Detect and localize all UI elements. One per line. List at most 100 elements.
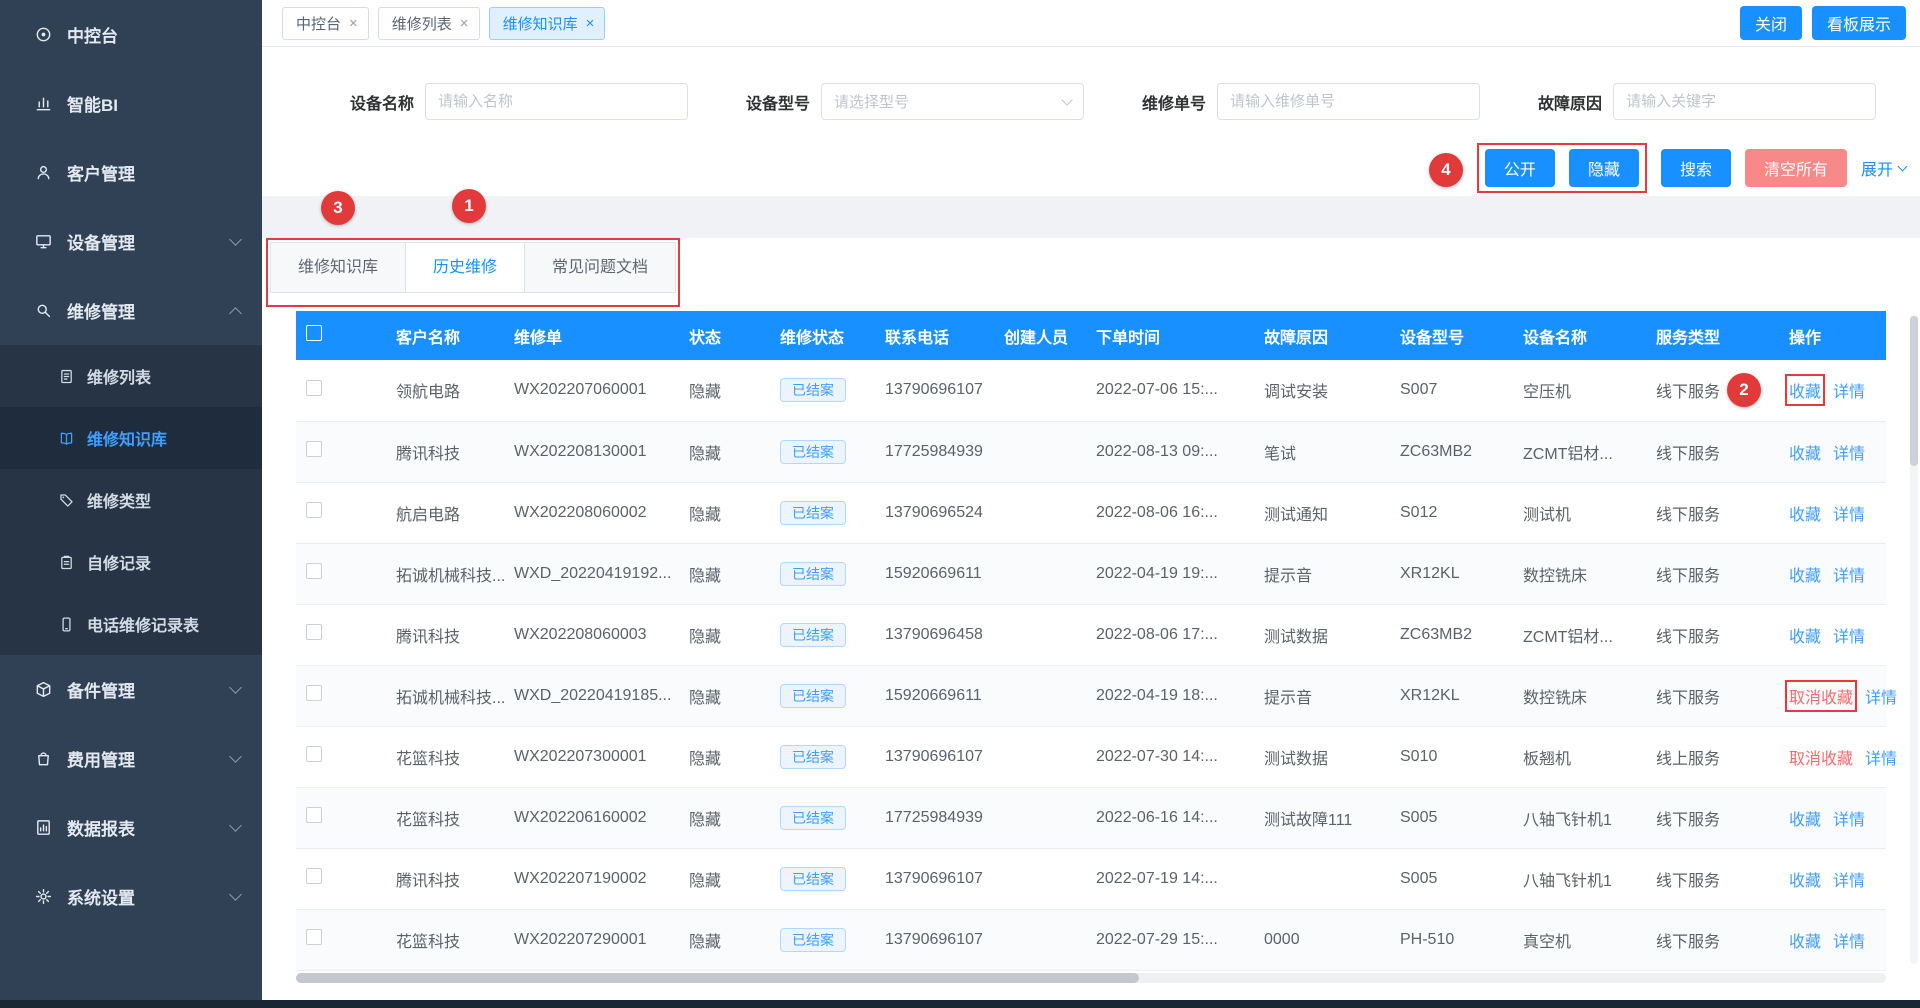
close-button[interactable]: 关闭 [1740,6,1802,40]
sidebar-subitem-label: 维修列表 [87,364,151,388]
tab-tag-console[interactable]: 中控台 [282,7,369,40]
cell-fault: 测试数据 [1254,604,1390,665]
cell-service: 线下服务 [1646,848,1779,909]
favorite-link[interactable]: 收藏 [1789,501,1821,525]
favorite-link[interactable]: 取消收藏 [1789,684,1853,708]
sidebar-item-settings[interactable]: 系统设置 [0,862,262,931]
detail-link[interactable]: 详情 [1833,806,1865,830]
cell-customer: 腾讯科技 [386,604,504,665]
device-model-select[interactable]: 请选择型号 [821,83,1084,120]
detail-link[interactable]: 详情 [1833,623,1865,647]
order-no-input[interactable] [1217,83,1480,120]
favorite-link[interactable]: 收藏 [1789,806,1821,830]
cell-status: 隐藏 [679,848,770,909]
cell-order: WX202208060003 [504,604,679,665]
board-display-button[interactable]: 看板展示 [1812,6,1906,40]
detail-link[interactable]: 详情 [1833,562,1865,586]
table-row: 航启电路WX202208060002隐藏已结案137906965242022-0… [296,482,1886,543]
cell-service: 线下服务 [1646,604,1779,665]
expand-link[interactable]: 展开 [1861,156,1906,180]
row-checkbox[interactable] [306,502,322,518]
tab-tag-knowledge-base[interactable]: 维修知识库 [489,7,606,40]
row-checkbox[interactable] [306,441,322,457]
favorite-link[interactable]: 收藏 [1789,440,1821,464]
sidebar-subitem-self-records[interactable]: 自修记录 [0,531,262,593]
cell-creator [994,787,1086,848]
detail-link[interactable]: 详情 [1833,928,1865,952]
fault-reason-input[interactable] [1613,83,1876,120]
open-tabs: 中控台 维修列表 维修知识库 [282,7,605,40]
sidebar-subitem-repair-list[interactable]: 维修列表 [0,345,262,407]
sidebar-subitem-knowledge-base[interactable]: 维修知识库 [0,407,262,469]
cell-customer: 领航电路 [386,360,504,421]
column-header-model: 设备型号 [1390,311,1513,360]
row-checkbox[interactable] [306,807,322,823]
favorite-link[interactable]: 收藏 [1789,378,1821,402]
hide-button[interactable]: 隐藏 [1569,149,1639,187]
tab-faq-docs[interactable]: 常见问题文档 [525,243,675,292]
cell-device: 数控铣床 [1513,665,1646,726]
chevron-down-icon [229,819,242,832]
favorite-link[interactable]: 收藏 [1789,928,1821,952]
favorite-link[interactable]: 取消收藏 [1789,745,1853,769]
horizontal-scrollbar-thumb[interactable] [296,973,1139,983]
cell-order: WXD_20220419185... [504,665,679,726]
public-button[interactable]: 公开 [1485,149,1555,187]
device-name-input[interactable] [425,83,688,120]
row-checkbox[interactable] [306,563,322,579]
select-all-checkbox[interactable] [306,325,322,341]
cell-service: 线下服务 [1646,787,1779,848]
row-checkbox[interactable] [306,868,322,884]
cell-model: ZC63MB2 [1390,604,1513,665]
clear-all-button[interactable]: 清空所有 [1745,149,1847,187]
tab-history-repair[interactable]: 历史维修 [406,243,525,292]
column-header-status: 状态 [679,311,770,360]
sidebar-item-customers[interactable]: 客户管理 [0,138,262,207]
row-checkbox[interactable] [306,746,322,762]
sidebar-item-expense[interactable]: 费用管理 [0,724,262,793]
sidebar-subitem-repair-type[interactable]: 维修类型 [0,469,262,531]
sidebar-item-label: 系统设置 [67,884,135,909]
close-icon[interactable] [460,15,469,32]
favorite-link[interactable]: 收藏 [1789,867,1821,891]
row-checkbox[interactable] [306,929,322,945]
cell-service: 线下服务 [1646,482,1779,543]
detail-link[interactable]: 详情 [1865,684,1897,708]
cell-creator [994,726,1086,787]
row-checkbox[interactable] [306,624,322,640]
sidebar-item-console[interactable]: 中控台 [0,0,262,69]
sidebar-item-devices[interactable]: 设备管理 [0,207,262,276]
tab-tag-repair-list[interactable]: 维修列表 [378,7,480,40]
vertical-scrollbar-thumb[interactable] [1910,316,1918,466]
sidebar-item-reports[interactable]: 数据报表 [0,793,262,862]
close-icon[interactable] [349,15,358,32]
search-button[interactable]: 搜索 [1661,149,1731,187]
detail-link[interactable]: 详情 [1833,867,1865,891]
cell-time: 2022-07-29 15:... [1086,909,1254,970]
close-icon[interactable] [586,15,595,32]
app-window: 中控台 智能BI 客户管理 设备管理 维修管理 维修列表 [0,0,1920,1008]
sidebar: 中控台 智能BI 客户管理 设备管理 维修管理 维修列表 [0,0,262,1008]
phone-record-icon [58,616,75,633]
sidebar-subitem-phone-records[interactable]: 电话维修记录表 [0,593,262,655]
cell-order: WX202207060001 [504,360,679,421]
sidebar-item-spares[interactable]: 备件管理 [0,655,262,724]
panel-gap: 3 1 [262,196,1920,238]
sidebar-item-bi[interactable]: 智能BI [0,69,262,138]
tab-knowledge-base[interactable]: 维修知识库 [271,243,406,292]
detail-link[interactable]: 详情 [1833,440,1865,464]
detail-link[interactable]: 详情 [1833,378,1865,402]
cell-device: ZCMT铝材... [1513,421,1646,482]
annotation-box-public-hide: 公开 隐藏 [1477,143,1647,193]
sidebar-item-repair[interactable]: 维修管理 [0,276,262,345]
favorite-link[interactable]: 收藏 [1789,562,1821,586]
cell-time: 2022-07-19 14:... [1086,848,1254,909]
detail-link[interactable]: 详情 [1865,745,1897,769]
cell-order: WX202208060002 [504,482,679,543]
cell-fault: 测试故障111 [1254,787,1390,848]
favorite-link[interactable]: 收藏 [1789,623,1821,647]
row-checkbox[interactable] [306,380,322,396]
sidebar-subitem-label: 维修类型 [87,488,151,512]
row-checkbox[interactable] [306,685,322,701]
detail-link[interactable]: 详情 [1833,501,1865,525]
